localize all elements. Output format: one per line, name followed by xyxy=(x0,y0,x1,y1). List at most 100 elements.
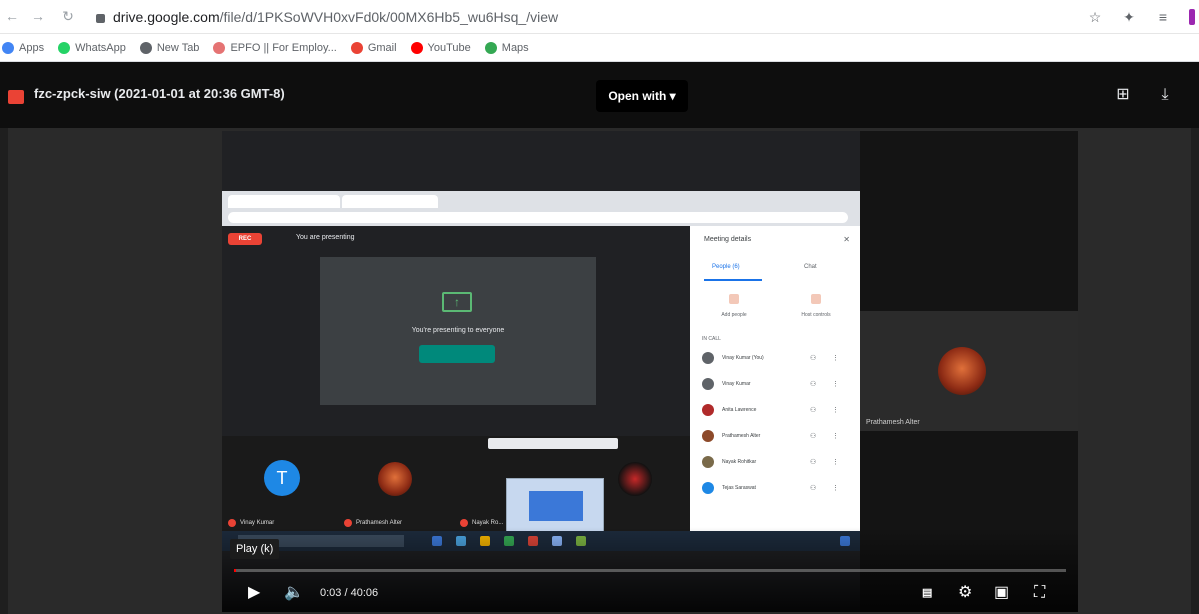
miniplayer-icon[interactable]: ▣ xyxy=(994,581,1009,605)
participant-name: Anita Lawrence xyxy=(722,407,757,413)
bookmark-icon xyxy=(58,41,71,54)
strip-name-text: Vinay Kumar xyxy=(240,520,275,526)
inner-browser-chrome xyxy=(222,191,860,226)
avatar: T xyxy=(264,460,300,496)
bookmark-label: WhatsApp xyxy=(75,41,126,54)
bookmark-label: New Tab xyxy=(156,41,200,54)
host-controls-icon xyxy=(811,294,821,304)
presentation-card: ↑ You're presenting to everyone xyxy=(320,257,596,405)
bookmark-label: YouTube xyxy=(427,41,471,54)
video-player[interactable]: Prathamesh Alter REC You are presenting … xyxy=(222,131,1078,612)
play-icon[interactable]: ▶ xyxy=(248,581,260,605)
reload-icon[interactable]: ↻ xyxy=(60,8,76,24)
bookmark-icon xyxy=(213,41,226,54)
strip-name: Nayak Ro... xyxy=(460,519,503,527)
bookmark-item[interactable]: Apps xyxy=(2,41,45,54)
details-title: Meeting details xyxy=(704,236,752,243)
bookmark-icon xyxy=(410,41,423,54)
participant-row: Prathamesh Alter ⚇ ⋮ xyxy=(702,430,852,444)
thumbnail-content xyxy=(529,491,583,521)
more-icon: ⋮ xyxy=(832,485,839,492)
bookmark-item[interactable]: Gmail xyxy=(350,41,397,54)
url-host: drive.google.com xyxy=(113,9,220,25)
participant-name: Prathamesh Alter xyxy=(866,419,920,426)
bookmark-icon xyxy=(139,41,152,54)
participant-row: Vinay Kumar ⚇ ⋮ xyxy=(702,378,852,392)
action-label: Add people xyxy=(721,312,747,318)
action-label: Host controls xyxy=(801,312,831,318)
inner-tab xyxy=(228,195,340,208)
open-with-button[interactable]: Open with ▾ xyxy=(596,80,688,112)
present-screen-icon: ↑ xyxy=(442,292,472,312)
settings-icon[interactable]: ⚙ xyxy=(958,581,972,605)
bookmark-icon xyxy=(350,41,363,54)
meet-screenshot: REC You are presenting ↑ You're presenti… xyxy=(222,191,860,551)
bookmark-label: Apps xyxy=(19,41,45,54)
bookmark-item[interactable]: New Tab xyxy=(139,41,200,54)
share-tooltip xyxy=(488,438,618,449)
bookmark-label: Gmail xyxy=(367,41,397,54)
extension-icon[interactable]: ✦ xyxy=(1121,9,1137,25)
bookmarks-bar: Apps WhatsApp New Tab EPFO || For Employ...… xyxy=(0,34,1199,62)
participant-name: Nayak Rohitkar xyxy=(722,459,757,465)
player-controls: Play (k) ▶ 🔈 0:03 / 40:06 ▤ ⚙ ▣ ⛶ xyxy=(222,527,1078,612)
avatar xyxy=(702,378,714,390)
mic-off-icon xyxy=(344,519,352,527)
more-icon: ⋮ xyxy=(832,381,839,388)
more-icon: ⋮ xyxy=(832,433,839,440)
browser-toolbar: ← → ↻ drive.google.com/file/d/1PKSoWVH0x… xyxy=(0,0,1199,34)
forward-icon[interactable]: → xyxy=(30,8,46,24)
participant-row: Nayak Rohitkar ⚇ ⋮ xyxy=(702,456,852,470)
star-icon[interactable]: ☆ xyxy=(1087,9,1103,25)
bookmark-item[interactable]: EPFO || For Employ... xyxy=(213,41,337,54)
open-with-label: Open with xyxy=(608,89,667,103)
fullscreen-icon[interactable]: ⛶ xyxy=(1034,581,1045,605)
back-icon[interactable]: ← xyxy=(4,8,20,24)
mic-off-icon xyxy=(460,519,468,527)
add-people-action: Add people xyxy=(704,294,764,318)
address-bar[interactable]: drive.google.com/file/d/1PKSoWVH0xvFd0k/… xyxy=(96,5,1076,29)
bookmark-label: EPFO || For Employ... xyxy=(230,41,337,54)
in-call-label: IN CALL xyxy=(702,336,721,342)
time-display: 0:03 / 40:06 xyxy=(320,587,379,599)
participant-name: Vinay Kumar (You) xyxy=(722,355,764,361)
bookmark-item[interactable]: YouTube xyxy=(410,41,471,54)
avatar xyxy=(938,347,986,395)
mic-icon: ⚇ xyxy=(810,459,817,466)
queue-icon[interactable]: ≡ xyxy=(1155,9,1171,25)
avatar xyxy=(702,482,714,494)
more-icon: ⋮ xyxy=(832,459,839,466)
caret-down-icon: ▾ xyxy=(669,89,676,103)
more-icon: ⋮ xyxy=(832,407,839,414)
bookmark-icon xyxy=(484,41,497,54)
video-frame: Prathamesh Alter REC You are presenting … xyxy=(222,131,1078,612)
inner-address-bar xyxy=(228,212,848,223)
host-controls-action: Host controls xyxy=(786,294,846,318)
bookmark-item[interactable]: WhatsApp xyxy=(58,41,126,54)
volume-icon[interactable]: 🔈 xyxy=(284,581,304,605)
progress-bar[interactable] xyxy=(234,569,1066,572)
add-to-drive-icon[interactable]: ⊞ xyxy=(1114,86,1132,104)
download-icon[interactable]: ⤓ xyxy=(1156,86,1174,104)
avatar xyxy=(618,462,652,496)
present-message: You're presenting to everyone xyxy=(411,327,505,334)
inner-tab xyxy=(342,195,438,208)
more-icon: ⋮ xyxy=(832,355,839,362)
stop-presenting-button xyxy=(419,345,495,363)
avatar xyxy=(702,456,714,468)
progress-fill xyxy=(234,569,236,572)
meet-stage: REC You are presenting ↑ You're presenti… xyxy=(222,226,690,551)
bookmark-item[interactable]: Maps xyxy=(484,41,529,54)
file-title: fzc-zpck-siw (2021-01-01 at 20:36 GMT-8) xyxy=(34,86,285,101)
mic-icon: ⚇ xyxy=(810,355,817,362)
participant-name: Vinay Kumar xyxy=(722,381,751,387)
participant-row: Tejas Saraswat ⚇ ⋮ xyxy=(702,482,852,496)
profile-icon[interactable] xyxy=(1189,9,1195,25)
strip-name: Prathamesh Alter xyxy=(344,519,402,527)
participant-name: Tejas Saraswat xyxy=(722,485,756,491)
participant-name: Prathamesh Alter xyxy=(722,433,761,439)
subtitles-icon[interactable]: ▤ xyxy=(922,581,932,605)
mic-icon: ⚇ xyxy=(810,433,817,440)
mic-icon: ⚇ xyxy=(810,381,817,388)
url-path: /file/d/1PKSoWVH0xvFd0k/00MX6Hb5_wu6Hsq_… xyxy=(219,9,559,25)
